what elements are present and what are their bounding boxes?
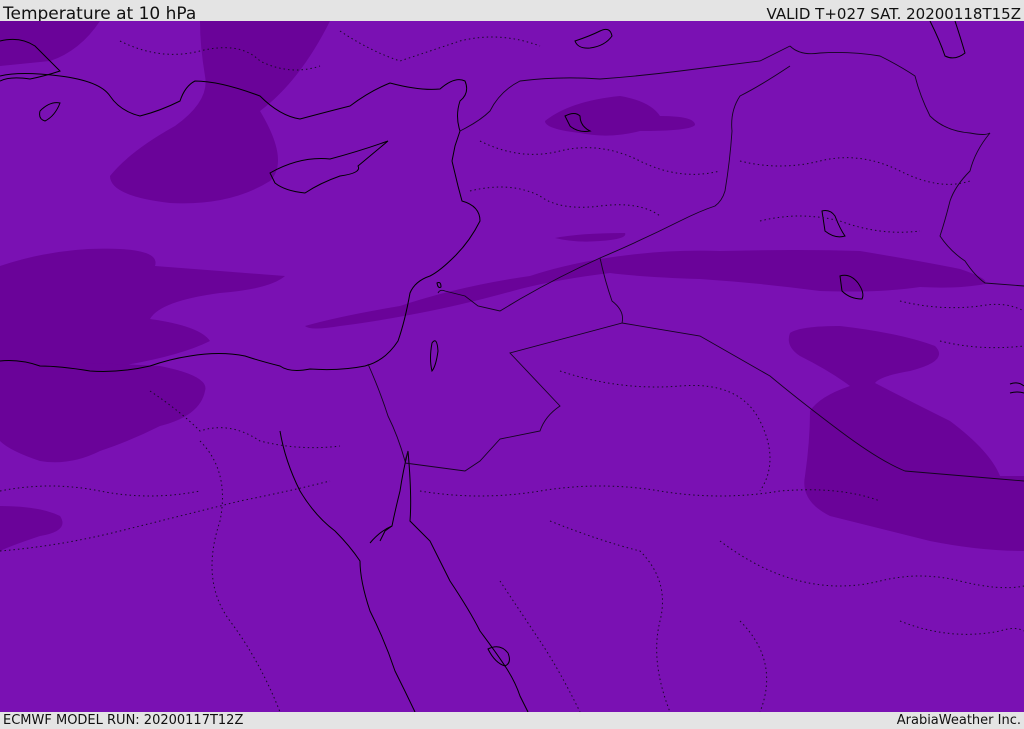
border-iraq-iran — [789, 45, 1024, 287]
band-north-west — [110, 21, 330, 204]
footer-bar: ECMWF MODEL RUN: 20200117T12Z ArabiaWeat… — [0, 712, 1024, 729]
coast-red-sea-west — [279, 430, 416, 712]
admin-syria-1 — [479, 140, 721, 175]
band-top-left-corner — [0, 21, 100, 66]
admin-saudi-6 — [899, 620, 1024, 635]
coast-galilee — [436, 282, 442, 288]
band-west-lower — [0, 363, 206, 463]
weather-map[interactable] — [0, 21, 1024, 712]
admin-syria-2 — [469, 186, 661, 217]
band-syria-north — [545, 96, 695, 136]
admin-iran-1 — [899, 300, 1024, 312]
band-west-bottom — [0, 506, 63, 551]
band-west-upper — [0, 248, 285, 371]
coast-dead-sea — [430, 340, 439, 373]
admin-iran-2 — [939, 340, 1024, 349]
band-central — [305, 250, 986, 329]
coast-caspian-top — [574, 28, 613, 49]
coast-cyprus — [269, 140, 389, 194]
border-egypt-israel — [367, 363, 409, 463]
admin-saudi-2 — [549, 520, 671, 712]
coast-gulf-top-right — [929, 21, 966, 59]
header-bar: Temperature at 10 hPa VALID T+027 SAT. 2… — [0, 0, 1024, 24]
admin-anatolia-2 — [339, 30, 541, 62]
admin-egypt-3 — [0, 485, 201, 497]
temperature-bands — [0, 21, 1024, 551]
band-small-syria — [555, 233, 626, 242]
coast-lake-east-1 — [821, 210, 846, 238]
model-run-label: ECMWF MODEL RUN: 20200117T12Z — [3, 713, 244, 728]
admin-iraq-2 — [759, 215, 921, 233]
coast-sinai-east — [379, 525, 393, 542]
map-canvas — [0, 21, 1024, 712]
admin-red-sea — [499, 580, 581, 712]
coast-right-edge — [1009, 382, 1024, 394]
admin-saudi-4 — [739, 620, 768, 712]
band-east — [788, 326, 1024, 551]
credit-label: ArabiaWeather Inc. — [896, 713, 1021, 728]
coast-red-sea-east — [369, 450, 529, 712]
admin-egypt-2 — [199, 440, 281, 712]
admin-saudi-5 — [559, 370, 771, 492]
admin-iraq-1 — [739, 157, 971, 185]
